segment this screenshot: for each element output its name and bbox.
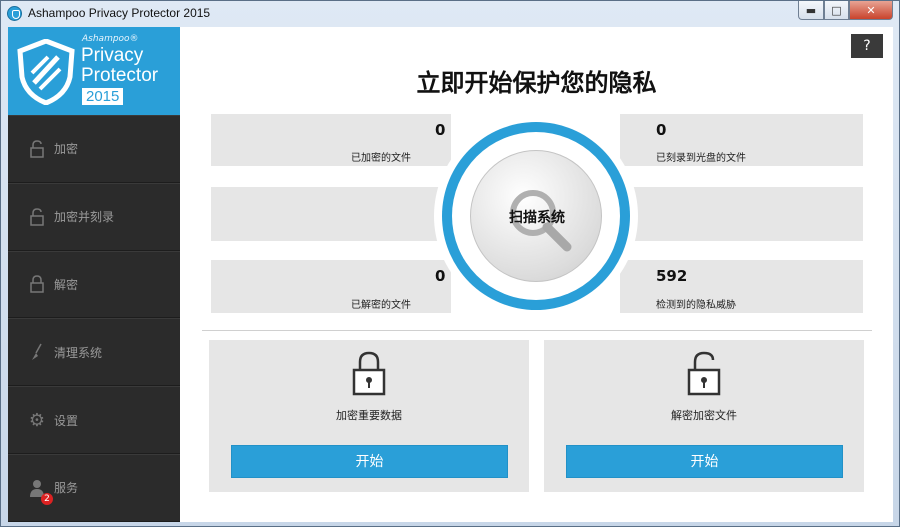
divider (202, 330, 872, 331)
main-panel: ? 立即开始保护您的隐私 0 已加密的文件 0 已刻录到光盘的文件 0 已解密的… (180, 27, 893, 522)
close-button[interactable]: ✕ (849, 1, 893, 20)
window-title: Ashampoo Privacy Protector 2015 (28, 6, 211, 20)
stat-encrypted-files: 0 已加密的文件 (211, 114, 451, 166)
sidebar-item-clean-system[interactable]: 清理系统 (8, 318, 180, 387)
card-label: 加密重要数据 (336, 409, 402, 422)
brand-panel: Ashampoo® Privacy Protector 2015 (8, 27, 180, 115)
sidebar-item-encrypt[interactable]: 加密 (8, 115, 180, 183)
sidebar-item-settings[interactable]: ⚙ 设置 (8, 386, 180, 454)
scan-ring: 扫描系统 (434, 114, 638, 318)
sidebar-item-encrypt-burn[interactable]: 加密并刻录 (8, 182, 180, 251)
brand-company: Ashampoo® (82, 34, 139, 44)
sidebar-item-label: 服务 (54, 481, 79, 496)
sidebar-item-label: 清理系统 (54, 345, 103, 360)
scan-system-button[interactable]: 扫描系统 (470, 150, 602, 282)
sidebar-item-decrypt[interactable]: 解密 (8, 250, 180, 319)
sidebar-item-label: 加密并刻录 (54, 210, 115, 225)
decrypt-start-button[interactable]: 开始 (566, 445, 843, 478)
gear-icon: ⚙ (28, 409, 46, 431)
maximize-button[interactable]: □ (824, 1, 849, 20)
lock-icon (28, 274, 46, 294)
brand-name-line1: Privacy (81, 45, 144, 66)
sidebar-item-service[interactable]: 2 服务 (8, 453, 180, 522)
window-controls: ▬ □ ✕ (798, 1, 893, 20)
stat-label: 已解密的文件 (351, 300, 411, 311)
stat-value: 0 (435, 121, 446, 139)
unlock-icon (28, 139, 46, 159)
sidebar-item-label: 设置 (54, 413, 79, 428)
lock-icon (352, 351, 386, 396)
stat-empty-right (620, 187, 863, 241)
broom-icon (28, 342, 46, 362)
stat-privacy-threats: 592 检测到的隐私威胁 (620, 260, 863, 313)
minimize-button[interactable]: ▬ (798, 1, 824, 20)
stat-value: 592 (656, 267, 688, 285)
page-title: 立即开始保护您的隐私 (416, 69, 657, 97)
sidebar-nav: 加密 加密并刻录 解密 清理系统 ⚙ 设置 2 服务 (8, 115, 180, 522)
sidebar-item-label: 加密 (54, 142, 79, 157)
help-button[interactable]: ? (851, 34, 883, 58)
app-logo-icon (7, 6, 22, 21)
stat-label: 已加密的文件 (351, 153, 411, 164)
encrypt-data-card: 加密重要数据 开始 (209, 340, 529, 492)
notification-badge: 2 (41, 492, 53, 505)
stat-label: 检测到的隐私威胁 (656, 300, 736, 311)
decrypt-files-card: 解密加密文件 开始 (544, 340, 864, 492)
sidebar-item-label: 解密 (54, 277, 79, 292)
stat-empty-left (211, 187, 451, 241)
stat-label: 已刻录到光盘的文件 (656, 153, 746, 164)
unlock-icon (28, 207, 46, 227)
brand-name-line2: Protector (81, 65, 159, 86)
scan-system-label: 扫描系统 (509, 210, 565, 226)
shield-logo-icon (17, 39, 75, 105)
stat-decrypted-files: 0 已解密的文件 (211, 260, 451, 313)
brand-year: 2015 (82, 88, 124, 105)
sidebar: Ashampoo® Privacy Protector 2015 加密 加密并刻… (8, 27, 180, 522)
stat-burned-files: 0 已刻录到光盘的文件 (620, 114, 863, 166)
encrypt-start-button[interactable]: 开始 (231, 445, 508, 478)
unlock-icon (687, 351, 721, 396)
app-window: Ashampoo Privacy Protector 2015 ▬ □ ✕ As… (0, 0, 900, 527)
stat-value: 0 (435, 267, 446, 285)
title-bar[interactable]: Ashampoo Privacy Protector 2015 ▬ □ ✕ (1, 1, 899, 26)
stat-value: 0 (656, 121, 667, 139)
card-label: 解密加密文件 (671, 409, 737, 422)
